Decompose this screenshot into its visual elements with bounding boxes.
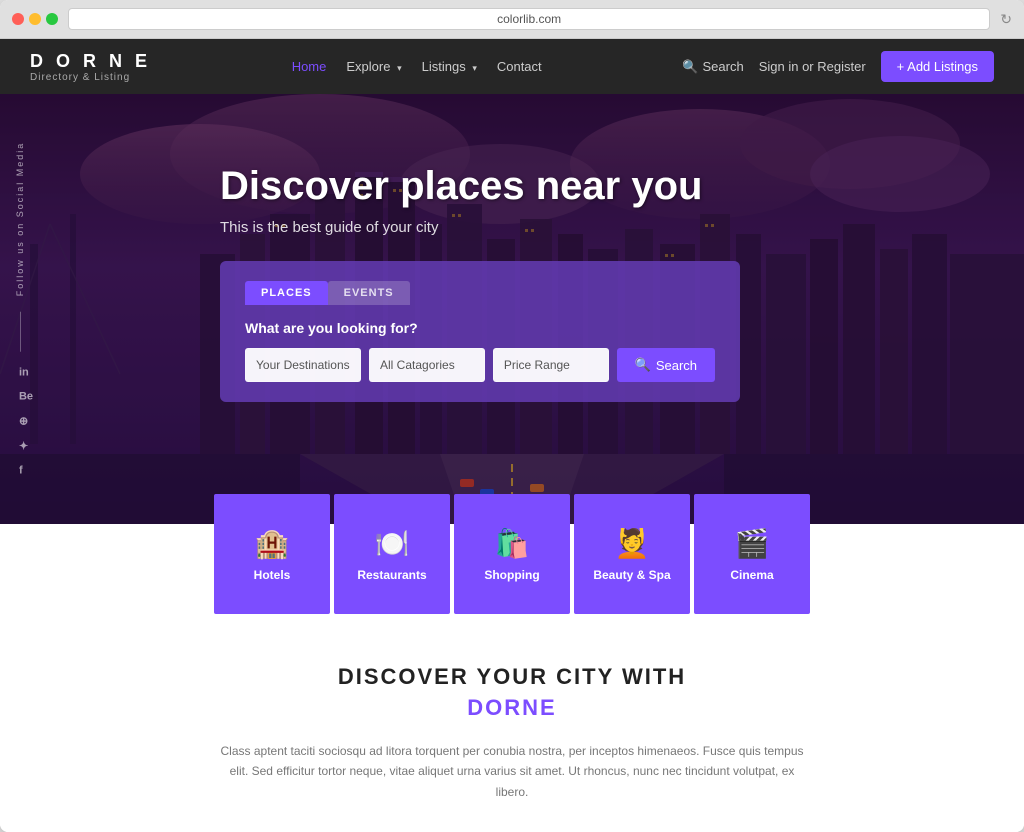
brand-subtitle: Directory & Listing	[30, 72, 151, 83]
cinema-label: Cinema	[730, 568, 773, 582]
hotels-icon: 🏨	[255, 527, 290, 560]
maximize-dot[interactable]	[46, 13, 58, 25]
chevron-down-icon: ▾	[472, 63, 477, 73]
hero-section: Follow us on Social Media in Be ⊕ ✦ f Di…	[0, 94, 1024, 524]
page-content: D O R N E Directory & Listing Home Explo…	[0, 39, 1024, 832]
browser-chrome: colorlib.com ↻	[0, 0, 1024, 39]
category-section: 🏨 Hotels 🍽️ Restaurants 🛍️ Shopping 💆 Be…	[0, 494, 1024, 614]
discover-description: Class aptent taciti sociosqu ad litora t…	[212, 741, 812, 802]
search-button[interactable]: 🔍 Search	[682, 59, 743, 75]
category-shopping[interactable]: 🛍️ Shopping	[454, 494, 570, 614]
nav-item-explore[interactable]: Explore ▾	[346, 58, 401, 76]
minimize-dot[interactable]	[29, 13, 41, 25]
twitter-icon[interactable]: ✦	[19, 439, 33, 452]
browser-window: colorlib.com ↻ D O R N E Directory & Lis…	[0, 0, 1024, 832]
navbar: D O R N E Directory & Listing Home Explo…	[0, 39, 1024, 94]
facebook-icon[interactable]: f	[19, 464, 33, 476]
nav-menu: Home Explore ▾ Listings ▾ Contact	[292, 58, 542, 76]
search-icon: 🔍	[682, 59, 698, 75]
signin-button[interactable]: Sign in or Register	[759, 59, 866, 74]
search-icon: 🔍	[635, 357, 651, 373]
tab-places[interactable]: PLACES	[245, 281, 328, 305]
nav-link-home[interactable]: Home	[292, 59, 327, 74]
globe-icon[interactable]: ⊕	[19, 414, 33, 427]
search-submit-button[interactable]: 🔍 Search	[617, 348, 715, 382]
price-select[interactable]: Price Range	[493, 348, 609, 382]
discover-title: DISCOVER YOUR CITY WITH	[30, 664, 994, 690]
beauty-icon: 💆	[615, 527, 650, 560]
search-label: Search	[703, 59, 744, 74]
navbar-right: 🔍 Search Sign in or Register + Add Listi…	[682, 51, 994, 82]
hotels-label: Hotels	[254, 568, 291, 582]
brand-name: D O R N E	[30, 51, 151, 72]
nav-link-listings[interactable]: Listings ▾	[422, 59, 477, 74]
category-select[interactable]: All Catagories	[369, 348, 485, 382]
close-dot[interactable]	[12, 13, 24, 25]
restaurants-icon: 🍽️	[375, 527, 410, 560]
search-tabs: PLACES EVENTS	[245, 281, 715, 305]
nav-item-home[interactable]: Home	[292, 58, 327, 76]
nav-item-listings[interactable]: Listings ▾	[422, 58, 477, 76]
discover-brand: DORNE	[30, 695, 994, 721]
category-grid: 🏨 Hotels 🍽️ Restaurants 🛍️ Shopping 💆 Be…	[0, 494, 1024, 614]
beauty-label: Beauty & Spa	[593, 568, 670, 582]
nav-link-contact[interactable]: Contact	[497, 59, 542, 74]
shopping-label: Shopping	[484, 568, 539, 582]
browser-dots	[12, 13, 58, 25]
search-box: PLACES EVENTS What are you looking for? …	[220, 261, 740, 402]
refresh-icon[interactable]: ↻	[1000, 11, 1012, 28]
brand: D O R N E Directory & Listing	[30, 51, 151, 83]
shopping-icon: 🛍️	[495, 527, 530, 560]
destination-select[interactable]: Your Destinations	[245, 348, 361, 382]
category-restaurants[interactable]: 🍽️ Restaurants	[334, 494, 450, 614]
hero-title: Discover places near you	[220, 164, 1024, 209]
category-beauty[interactable]: 💆 Beauty & Spa	[574, 494, 690, 614]
nav-item-contact[interactable]: Contact	[497, 58, 542, 76]
hero-subtitle: This is the best guide of your city	[220, 219, 1024, 236]
restaurants-label: Restaurants	[357, 568, 426, 582]
address-bar[interactable]: colorlib.com	[68, 8, 990, 30]
discover-section: DISCOVER YOUR CITY WITH DORNE Class apte…	[0, 614, 1024, 832]
hero-content: Discover places near you This is the bes…	[0, 94, 1024, 402]
tab-events[interactable]: EVENTS	[328, 281, 410, 305]
search-box-label: What are you looking for?	[245, 320, 715, 336]
category-hotels[interactable]: 🏨 Hotels	[214, 494, 330, 614]
chevron-down-icon: ▾	[397, 63, 402, 73]
search-fields: Your Destinations All Catagories Price R…	[245, 348, 715, 382]
category-cinema[interactable]: 🎬 Cinema	[694, 494, 810, 614]
cinema-icon: 🎬	[735, 527, 770, 560]
nav-link-explore[interactable]: Explore ▾	[346, 59, 401, 74]
add-listing-button[interactable]: + Add Listings	[881, 51, 994, 82]
